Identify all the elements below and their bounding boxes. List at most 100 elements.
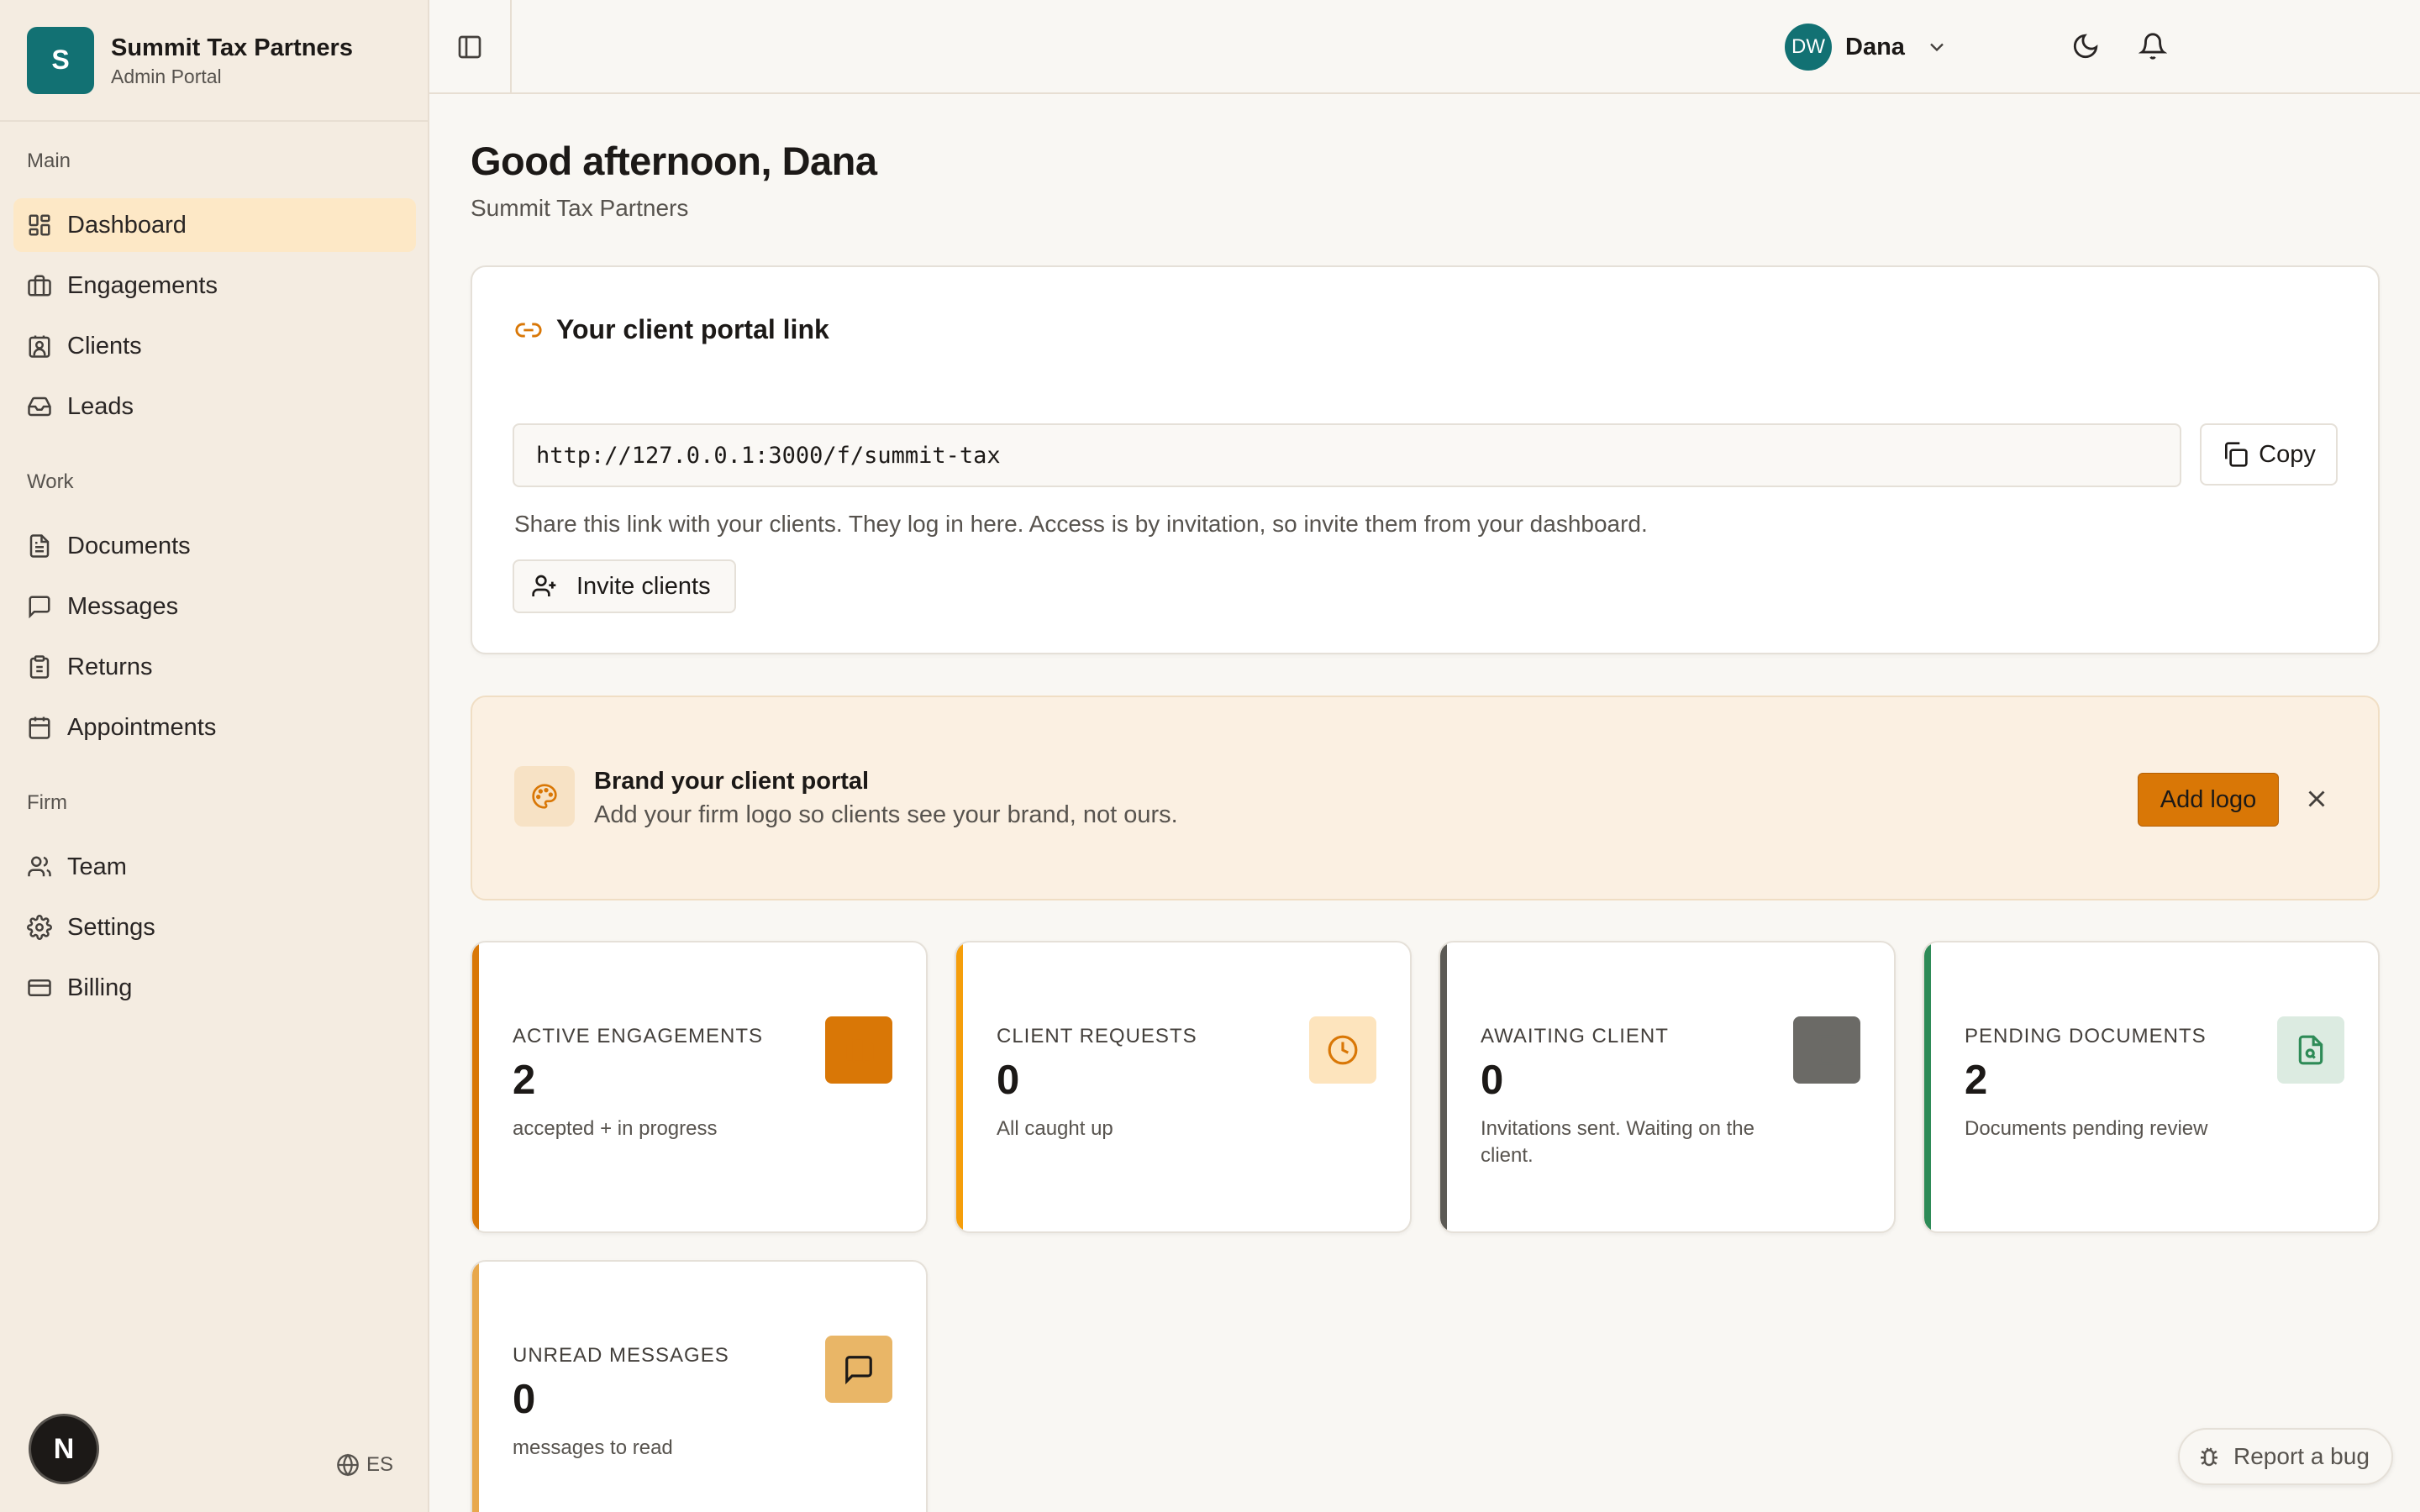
stat-label: CLIENT REQUESTS [997, 1025, 1197, 1047]
user-name: Dana [1845, 33, 1905, 60]
link-icon [514, 316, 556, 344]
stat-description: Documents pending review [1965, 1117, 2208, 1140]
stat-description: All caught up [997, 1117, 1113, 1140]
hourglass-icon [1793, 1016, 1860, 1084]
sidebar-item-label: Leads [67, 392, 134, 420]
stat-card-active-engagements[interactable]: ACTIVE ENGAGEMENTS 2 accepted + in progr… [471, 941, 928, 1233]
briefcase-icon [27, 273, 52, 298]
stat-label: PENDING DOCUMENTS [1965, 1025, 2207, 1047]
sidebar-item-appointments[interactable]: Appointments [13, 701, 416, 754]
stat-description: Invitations sent. Waiting on the client. [1481, 1117, 1754, 1167]
nav-section-main: Main Dashboard Engagements Clients Leads… [0, 146, 429, 1021]
sidebar-toggle-icon [456, 34, 483, 60]
report-bug-button[interactable]: Report a bug [2178, 1428, 2393, 1485]
inbox-icon [27, 394, 52, 419]
stat-label: AWAITING CLIENT [1481, 1025, 1669, 1047]
message-icon [27, 594, 52, 619]
sidebar-item-clients[interactable]: Clients [13, 319, 416, 373]
stat-card-client-requests[interactable]: CLIENT REQUESTS 0 All caught up [955, 941, 1412, 1233]
stat-card-unread-messages[interactable]: UNREAD MESSAGES 0 messages to read [471, 1260, 928, 1512]
user-menu[interactable]: DW Dana [1785, 24, 1949, 71]
sidebar-item-engagements[interactable]: Engagements [13, 259, 416, 312]
stat-value: 0 [513, 1377, 536, 1422]
copy-button[interactable]: Copy [2200, 423, 2338, 486]
add-logo-button[interactable]: Add logo [2138, 773, 2279, 827]
sidebar-item-dashboard[interactable]: Dashboard [13, 198, 416, 252]
report-bug-label: Report a bug [2233, 1443, 2370, 1469]
message-icon [825, 1336, 892, 1403]
gear-icon [27, 915, 52, 940]
users-icon [27, 854, 52, 879]
branding-subtitle: Add your firm logo so clients see your b… [594, 801, 1178, 828]
sidebar-item-messages[interactable]: Messages [13, 580, 416, 633]
dev-tools-button[interactable]: N [31, 1416, 97, 1482]
portal-url-field[interactable]: http://127.0.0.1:3000/f/summit-tax [513, 423, 2181, 487]
copy-icon [2222, 441, 2259, 468]
stat-label: UNREAD MESSAGES [513, 1344, 729, 1367]
sidebar-item-settings[interactable]: Settings [13, 900, 416, 954]
page-title: Good afternoon, Dana [471, 139, 877, 183]
stat-label: ACTIVE ENGAGEMENTS [513, 1025, 764, 1047]
brand-logo: S [27, 26, 94, 94]
copy-label: Copy [2259, 440, 2316, 468]
sidebar-item-team[interactable]: Team [13, 840, 416, 894]
sidebar-item-leads[interactable]: Leads [13, 380, 416, 433]
stat-description: messages to read [513, 1436, 673, 1459]
sidebar: S Summit Tax Partners Admin Portal Main … [0, 0, 429, 1512]
invite-clients-button[interactable]: Invite clients [513, 559, 736, 613]
nav-section-label: Firm [27, 791, 67, 814]
portal-link-card: Your client portal link http://127.0.0.1… [471, 265, 2380, 654]
brand-name: Summit Tax Partners [111, 34, 353, 61]
sidebar-toggle-button[interactable] [429, 0, 512, 93]
calendar-icon [27, 715, 52, 740]
stat-accent-bar [1440, 942, 1447, 1231]
sidebar-item-label: Engagements [67, 271, 218, 299]
sidebar-item-label: Returns [67, 653, 153, 680]
sidebar-item-label: Documents [67, 532, 191, 559]
close-icon[interactable] [2302, 785, 2331, 813]
stat-accent-bar [472, 942, 479, 1231]
briefcase-icon [825, 1016, 892, 1084]
topbar: DW Dana [429, 0, 2420, 94]
bell-icon[interactable] [2139, 32, 2167, 60]
sidebar-item-billing[interactable]: Billing [13, 961, 416, 1015]
stat-accent-bar [956, 942, 963, 1231]
palette-icon [514, 766, 575, 827]
user-plus-icon [531, 573, 576, 600]
avatar: DW [1785, 24, 1832, 71]
stat-card-pending-documents[interactable]: PENDING DOCUMENTS 2 Documents pending re… [1923, 941, 2380, 1233]
document-icon [27, 533, 52, 559]
page-subtitle: Summit Tax Partners [471, 195, 689, 221]
sidebar-item-label: Team [67, 853, 127, 880]
moon-icon[interactable] [2071, 32, 2100, 60]
language-switcher[interactable]: ES [336, 1453, 393, 1477]
branding-title: Brand your client portal [594, 768, 870, 795]
stat-accent-bar [472, 1262, 479, 1512]
sidebar-item-documents[interactable]: Documents [13, 519, 416, 573]
sidebar-item-label: Dashboard [67, 211, 187, 239]
clock-icon [1309, 1016, 1376, 1084]
credit-card-icon [27, 975, 52, 1000]
globe-icon [336, 1453, 366, 1477]
portal-help-text: Share this link with your clients. They … [514, 511, 1648, 537]
stat-value: 0 [1481, 1058, 1504, 1103]
branding-banner: Brand your client portal Add your firm l… [471, 696, 2380, 900]
sidebar-item-label: Appointments [67, 713, 217, 741]
stat-accent-bar [1924, 942, 1931, 1231]
stat-value: 0 [997, 1058, 1020, 1103]
stat-description: accepted + in progress [513, 1117, 718, 1140]
stat-card-awaiting-client[interactable]: AWAITING CLIENT 0 Invitations sent. Wait… [1439, 941, 1896, 1233]
sidebar-item-label: Billing [67, 974, 133, 1001]
sidebar-item-returns[interactable]: Returns [13, 640, 416, 694]
invite-label: Invite clients [576, 572, 711, 600]
nav-section-label: Work [27, 470, 74, 493]
bug-icon [2196, 1444, 2233, 1469]
stat-value: 2 [513, 1058, 536, 1103]
contact-icon [27, 333, 52, 359]
stat-value: 2 [1965, 1058, 1988, 1103]
brand-header[interactable]: S Summit Tax Partners Admin Portal [0, 0, 428, 122]
portal-link-title: Your client portal link [556, 314, 829, 344]
brand-subtitle: Admin Portal [111, 65, 222, 87]
clipboard-icon [27, 654, 52, 680]
file-search-icon [2277, 1016, 2344, 1084]
